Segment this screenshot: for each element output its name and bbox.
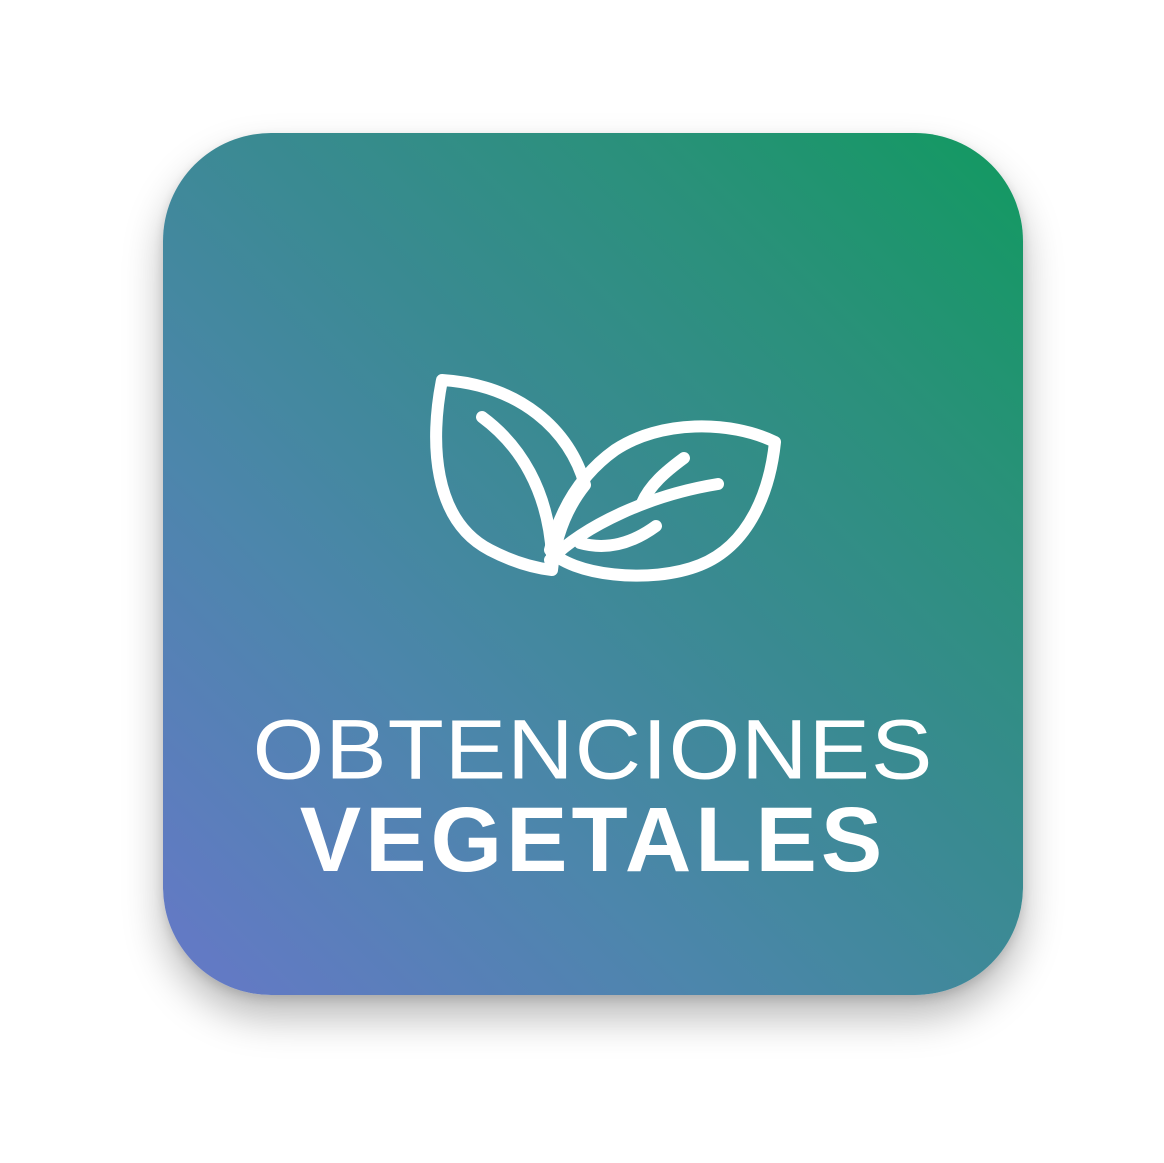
canvas: OBTENCIONES VEGETALES <box>0 0 1164 1163</box>
leaves-icon <box>430 374 781 582</box>
title-light: OBTENCIONES <box>252 703 934 797</box>
title-bold: VEGETALES <box>299 789 887 891</box>
